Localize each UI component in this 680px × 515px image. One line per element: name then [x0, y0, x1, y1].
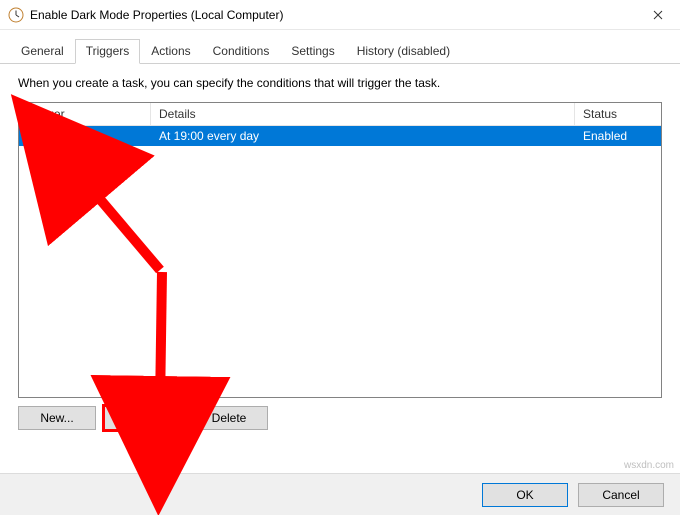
- window-title: Enable Dark Mode Properties (Local Compu…: [30, 8, 635, 22]
- column-header-details[interactable]: Details: [151, 103, 575, 125]
- cell-details: At 19:00 every day: [151, 126, 575, 146]
- tab-conditions[interactable]: Conditions: [202, 39, 281, 64]
- edit-button[interactable]: Edit...: [104, 406, 182, 430]
- titlebar: Enable Dark Mode Properties (Local Compu…: [0, 0, 680, 30]
- tab-content: When you create a task, you can specify …: [0, 64, 680, 440]
- close-button[interactable]: [635, 0, 680, 30]
- table-row[interactable]: Daily At 19:00 every day Enabled: [19, 126, 661, 146]
- cell-status: Enabled: [575, 126, 661, 146]
- tab-history[interactable]: History (disabled): [346, 39, 461, 64]
- triggers-table: Trigger Details Status Daily At 19:00 ev…: [18, 102, 662, 398]
- column-header-status[interactable]: Status: [575, 103, 661, 125]
- table-body: Daily At 19:00 every day Enabled: [19, 126, 661, 146]
- cell-trigger: Daily: [19, 126, 151, 146]
- tab-general[interactable]: General: [10, 39, 75, 64]
- dialog-footer: OK Cancel: [0, 473, 680, 515]
- delete-button[interactable]: Delete: [190, 406, 268, 430]
- tab-actions[interactable]: Actions: [140, 39, 201, 64]
- table-header: Trigger Details Status: [19, 103, 661, 126]
- ok-button[interactable]: OK: [482, 483, 568, 507]
- tab-bar: General Triggers Actions Conditions Sett…: [0, 30, 680, 64]
- new-button[interactable]: New...: [18, 406, 96, 430]
- cancel-button[interactable]: Cancel: [578, 483, 664, 507]
- watermark-text: wsxdn.com: [624, 460, 674, 471]
- action-buttons-row: New... Edit... Delete: [18, 406, 662, 430]
- column-header-trigger[interactable]: Trigger: [19, 103, 151, 125]
- tab-settings[interactable]: Settings: [280, 39, 345, 64]
- task-scheduler-icon: [8, 7, 24, 23]
- tab-triggers[interactable]: Triggers: [75, 39, 141, 64]
- description-text: When you create a task, you can specify …: [18, 76, 662, 90]
